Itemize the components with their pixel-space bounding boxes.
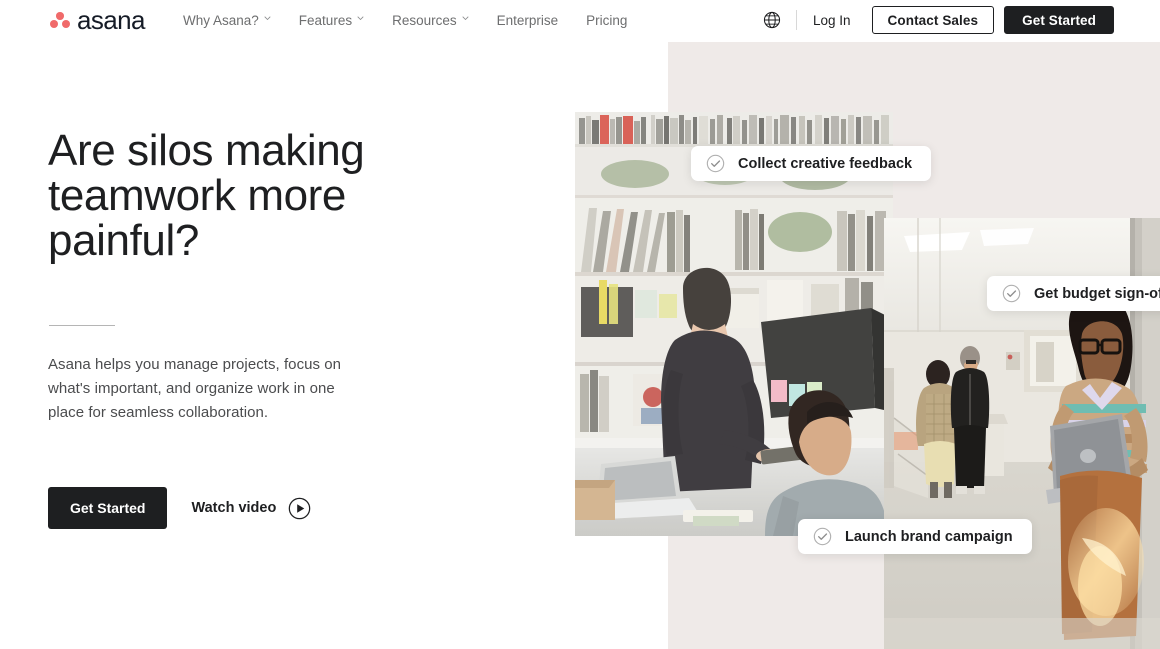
log-in-link[interactable]: Log In	[813, 13, 851, 28]
chevron-down-icon	[357, 15, 364, 23]
chevron-down-icon	[462, 15, 469, 23]
header-divider	[795, 10, 797, 30]
watch-video-button[interactable]: Watch video	[191, 497, 311, 520]
task-card-launch-brand-campaign[interactable]: Launch brand campaign	[798, 519, 1032, 554]
asana-landing-page: asana Why Asana? Features Resources Ente…	[0, 0, 1160, 649]
nav-item-enterprise[interactable]: Enterprise	[483, 0, 573, 40]
nav-item-label: Enterprise	[496, 12, 559, 28]
hero-content: Are silos making teamwork more painful? …	[48, 128, 448, 529]
check-circle-icon	[1002, 284, 1021, 303]
hero-divider	[49, 325, 115, 326]
asana-dots-logo-icon	[49, 11, 71, 30]
nav-item-features[interactable]: Features	[285, 0, 378, 40]
nav-item-label: Resources	[392, 12, 457, 28]
get-started-header-button[interactable]: Get Started	[1004, 6, 1114, 34]
nav-item-label: Why Asana?	[183, 12, 259, 28]
globe-icon[interactable]	[763, 11, 781, 29]
task-card-get-budget-sign-off[interactable]: Get budget sign-off	[987, 276, 1160, 311]
task-card-label: Launch brand campaign	[845, 528, 1013, 545]
check-circle-icon	[813, 527, 832, 546]
nav-item-label: Pricing	[586, 12, 628, 28]
watch-video-label: Watch video	[191, 500, 277, 516]
play-circle-icon	[288, 497, 311, 520]
site-header: asana Why Asana? Features Resources Ente…	[0, 0, 1160, 40]
nav-item-label: Features	[298, 12, 353, 28]
logo-wordmark: asana	[77, 5, 145, 35]
task-card-collect-creative-feedback[interactable]: Collect creative feedback	[691, 146, 932, 181]
nav-item-resources[interactable]: Resources	[378, 0, 483, 40]
contact-sales-button[interactable]: Contact Sales	[871, 6, 995, 34]
hero-description: Asana helps you manage projects, focus o…	[48, 356, 342, 421]
main-navigation: Why Asana? Features Resources Enterprise	[183, 0, 641, 40]
page-title: Are silos making teamwork more painful?	[48, 126, 365, 265]
nav-item-pricing[interactable]: Pricing	[572, 0, 641, 40]
header-actions: Log In Contact Sales Get Started	[763, 0, 1114, 40]
nav-item-why-asana[interactable]: Why Asana?	[183, 0, 285, 40]
task-card-label: Get budget sign-off	[1034, 285, 1160, 302]
check-circle-icon	[706, 154, 725, 173]
get-started-hero-button[interactable]: Get Started	[48, 487, 168, 529]
asana-logo[interactable]: asana	[49, 7, 145, 33]
chevron-down-icon	[264, 15, 271, 23]
hero-cta-group: Get Started Watch video	[48, 487, 448, 529]
task-card-label: Collect creative feedback	[738, 155, 913, 172]
